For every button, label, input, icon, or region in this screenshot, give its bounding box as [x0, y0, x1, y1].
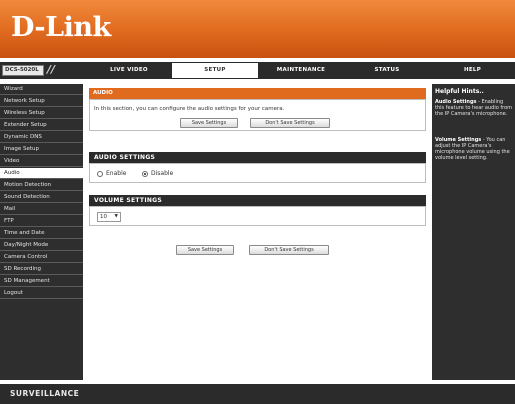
audio-settings-header: AUDIO SETTINGS: [89, 152, 426, 163]
disable-label: Disable: [151, 170, 174, 177]
audio-settings-panel: Enable Disable: [89, 163, 426, 183]
volume-settings-header: VOLUME SETTINGS: [89, 195, 426, 206]
help-title: Helpful Hints..: [435, 88, 484, 95]
intro-text: In this section, you can configure the a…: [94, 106, 285, 112]
sidebar-item-dynamic-dns[interactable]: Dynamic DNS: [0, 132, 83, 143]
volume-value: 10: [100, 214, 107, 220]
top-nav: DCS-5020L // LIVE VIDEO SETUP MAINTENANC…: [0, 62, 515, 79]
tab-status[interactable]: STATUS: [344, 62, 430, 79]
tab-setup[interactable]: SETUP: [172, 63, 258, 78]
volume-select[interactable]: 10 ▼: [97, 212, 121, 222]
sidebar-item-logout[interactable]: Logout: [0, 288, 83, 299]
sidebar-item-wireless-setup[interactable]: Wireless Setup: [0, 108, 83, 119]
sidebar-item-sound-detection[interactable]: Sound Detection: [0, 192, 83, 203]
main-content: AUDIO In this section, you can configure…: [86, 84, 429, 380]
sidebar-item-extender-setup[interactable]: Extender Setup: [0, 120, 83, 131]
dlink-logo: D-Link: [11, 12, 111, 43]
sidebar-item-ftp[interactable]: FTP: [0, 216, 83, 227]
enable-label: Enable: [106, 170, 127, 177]
divider-slashes: //: [47, 63, 56, 76]
sidebar-item-wizard[interactable]: Wizard: [0, 84, 83, 95]
sidebar-item-time-and-date[interactable]: Time and Date: [0, 228, 83, 239]
tab-live-video[interactable]: LIVE VIDEO: [86, 62, 172, 79]
page-title: AUDIO: [89, 88, 426, 99]
help-volume-hint: Volume Settings - You can adjust the IP …: [435, 137, 510, 161]
sidebar-item-mail[interactable]: Mail: [0, 204, 83, 215]
sidebar-item-sd-management[interactable]: SD Management: [0, 276, 83, 287]
sidebar-item-image-setup[interactable]: Image Setup: [0, 144, 83, 155]
sidebar-item-network-setup[interactable]: Network Setup: [0, 96, 83, 107]
help-audio-hint: Audio Settings - Enabling this feature t…: [435, 99, 512, 117]
sidebar-item-day-night-mode[interactable]: Day/Night Mode: [0, 240, 83, 251]
sidebar-item-audio[interactable]: Audio: [0, 168, 83, 179]
volume-settings-panel: 10 ▼: [89, 206, 426, 226]
sidebar-item-sd-recording[interactable]: SD Recording: [0, 264, 83, 275]
tab-help[interactable]: HELP: [430, 62, 515, 79]
header-banner: D-Link: [0, 0, 515, 58]
tab-maintenance[interactable]: MAINTENANCE: [258, 62, 344, 79]
dont-save-button[interactable]: Don't Save Settings: [250, 118, 330, 128]
disable-radio[interactable]: [142, 171, 148, 177]
sidebar-item-motion-detection[interactable]: Motion Detection: [0, 180, 83, 191]
sidebar: Wizard Network Setup Wireless Setup Exte…: [0, 84, 83, 380]
footer-surveillance: SURVEILLANCE: [10, 389, 80, 398]
enable-radio[interactable]: [97, 171, 103, 177]
dont-save-button-bottom[interactable]: Don't Save Settings: [249, 245, 329, 255]
save-button[interactable]: Save Settings: [180, 118, 238, 128]
footer: SURVEILLANCE: [0, 384, 515, 404]
sidebar-item-video[interactable]: Video: [0, 156, 83, 167]
intro-panel: In this section, you can configure the a…: [89, 99, 426, 131]
save-button-bottom[interactable]: Save Settings: [176, 245, 234, 255]
help-panel: Helpful Hints.. Audio Settings - Enablin…: [432, 84, 515, 380]
sidebar-item-camera-control[interactable]: Camera Control: [0, 252, 83, 263]
model-label: DCS-5020L: [2, 65, 44, 76]
chevron-down-icon: ▼: [114, 214, 118, 219]
